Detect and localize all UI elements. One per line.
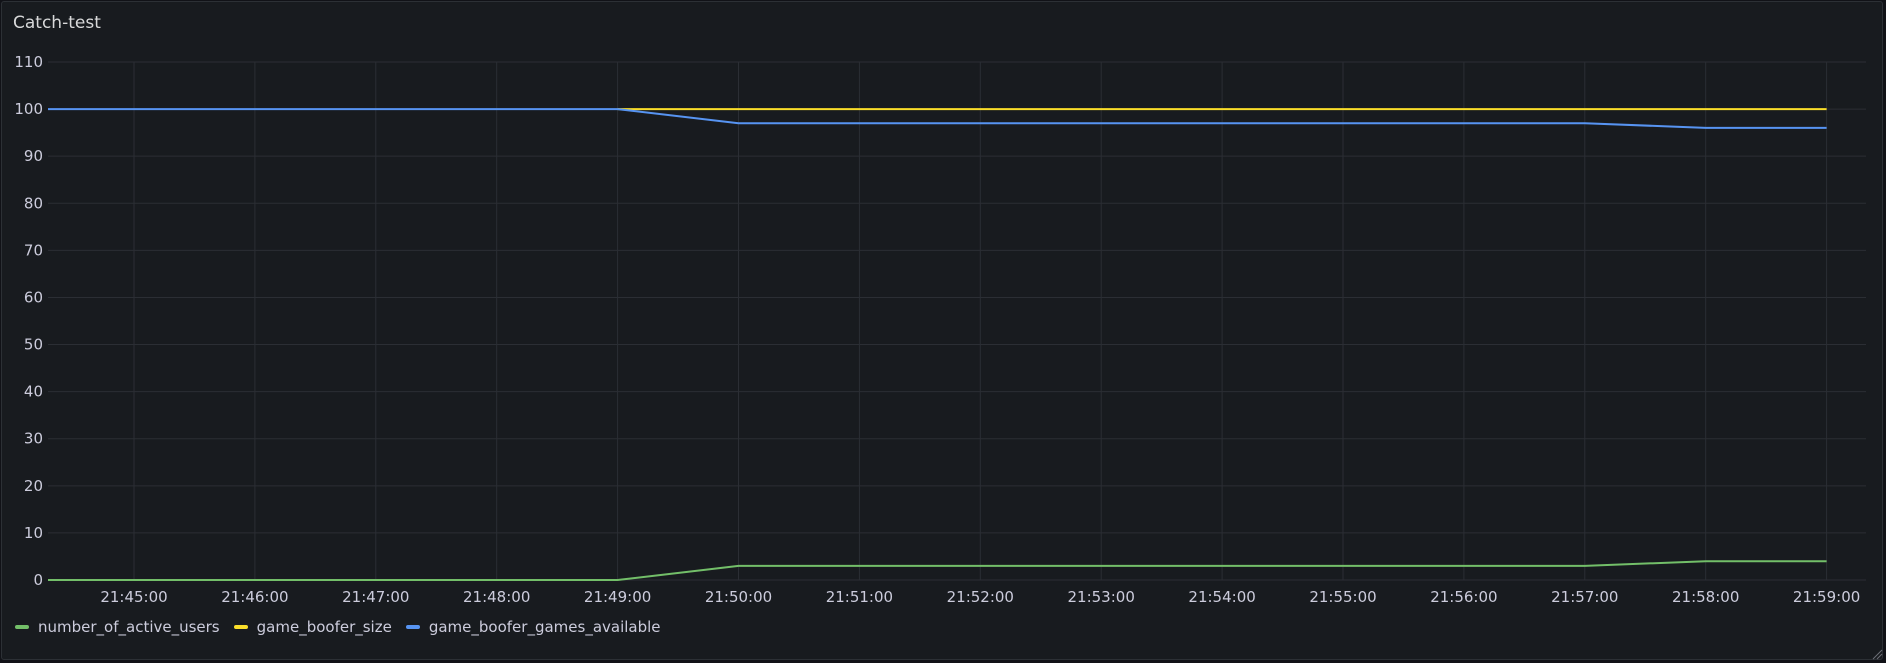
x-tick-label-21:48:00: 21:48:00 bbox=[463, 588, 530, 606]
x-tick-label-21:54:00: 21:54:00 bbox=[1188, 588, 1255, 606]
y-tick-label-60: 60 bbox=[24, 288, 43, 306]
y-tick-label-40: 40 bbox=[24, 383, 43, 401]
legend-swatch-game-boofer-games-available bbox=[405, 625, 420, 629]
x-tick-label-21:58:00: 21:58:00 bbox=[1672, 588, 1739, 606]
y-tick-label-10: 10 bbox=[24, 524, 43, 542]
y-tick-label-30: 30 bbox=[24, 430, 43, 448]
x-tick-label-21:50:00: 21:50:00 bbox=[705, 588, 772, 606]
legend-label-game-boofer-games-available: game_boofer_games_available bbox=[428, 618, 661, 636]
legend-label-game-boofer-size: game_boofer_size bbox=[256, 618, 392, 636]
y-tick-label-90: 90 bbox=[24, 147, 43, 165]
legend-swatch-game-boofer-size bbox=[233, 625, 248, 629]
x-tick-label-21:55:00: 21:55:00 bbox=[1309, 588, 1376, 606]
series-line-number-of-active-users bbox=[48, 560, 1827, 581]
x-tick-label-21:57:00: 21:57:00 bbox=[1551, 588, 1618, 606]
x-tick-label-21:56:00: 21:56:00 bbox=[1430, 588, 1497, 606]
x-tick-label-21:47:00: 21:47:00 bbox=[342, 588, 409, 606]
legend-label-number-of-active-users: number_of_active_users bbox=[38, 618, 220, 636]
legend-item-number-of-active-users[interactable]: number_of_active_users bbox=[15, 618, 220, 636]
legend-item-game-boofer-size[interactable]: game_boofer_size bbox=[233, 618, 392, 636]
x-tick-label-21:46:00: 21:46:00 bbox=[221, 588, 288, 606]
y-tick-label-0: 0 bbox=[33, 571, 43, 589]
y-tick-label-20: 20 bbox=[24, 477, 43, 495]
x-tick-label-21:45:00: 21:45:00 bbox=[100, 588, 167, 606]
y-tick-label-110: 110 bbox=[14, 53, 43, 71]
x-tick-label-21:53:00: 21:53:00 bbox=[1068, 588, 1135, 606]
resize-handle-icon[interactable] bbox=[1871, 648, 1883, 660]
y-tick-label-100: 100 bbox=[14, 100, 43, 118]
x-tick-label-21:59:00: 21:59:00 bbox=[1793, 588, 1860, 606]
x-tick-label-21:51:00: 21:51:00 bbox=[826, 588, 893, 606]
legend: number_of_active_users game_boofer_size … bbox=[15, 618, 661, 636]
y-tick-label-80: 80 bbox=[24, 194, 43, 212]
time-series-chart: 0 10 20 30 40 50 60 70 80 90 100 110 21:45:00 21:46:0… bbox=[14, 53, 1866, 606]
x-tick-label-21:52:00: 21:52:00 bbox=[947, 588, 1014, 606]
legend-item-game-boofer-games-available[interactable]: game_boofer_games_available bbox=[405, 618, 661, 636]
x-tick-label-21:49:00: 21:49:00 bbox=[584, 588, 651, 606]
series-line-game-boofer-games-available bbox=[48, 108, 1827, 129]
y-tick-label-70: 70 bbox=[24, 241, 43, 259]
y-tick-label-50: 50 bbox=[24, 336, 43, 354]
legend-swatch-number-of-active-users bbox=[15, 625, 29, 629]
